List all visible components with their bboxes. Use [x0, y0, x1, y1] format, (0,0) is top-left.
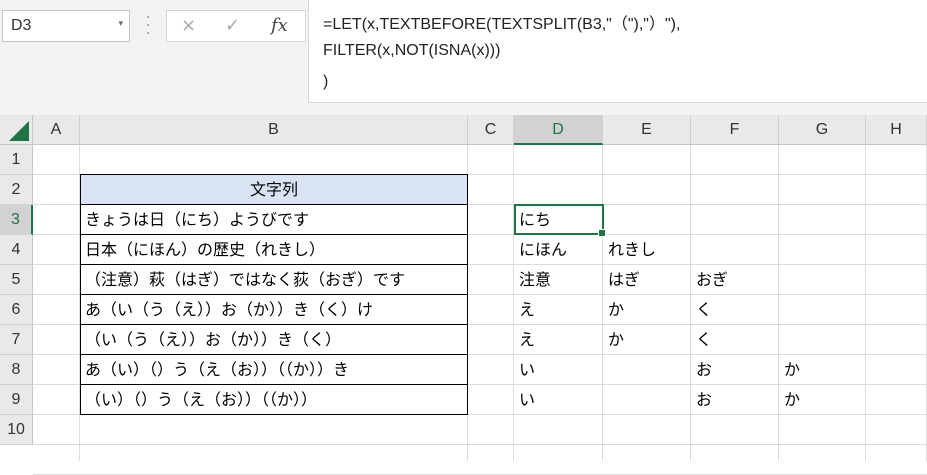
row-header-2[interactable]: 2 — [0, 175, 33, 205]
row-header-7[interactable]: 7 — [0, 325, 33, 355]
grid-hline — [33, 444, 927, 445]
cell-b3[interactable]: きょうは日（にち）ようびです — [80, 204, 468, 235]
column-header-e[interactable]: E — [603, 115, 691, 145]
drag-handle-icon[interactable]: · · · — [146, 11, 150, 41]
cell-e5[interactable]: はぎ — [603, 265, 691, 295]
column-header-g[interactable]: G — [779, 115, 866, 145]
column-header-h[interactable]: H — [866, 115, 927, 145]
cell-d8[interactable]: い — [514, 355, 603, 385]
formula-input[interactable]: =LET(x,TEXTBEFORE(TEXTSPLIT(B3,"（"),"）")… — [308, 0, 927, 103]
cell-b8[interactable]: あ（い）（）う（え（お））（（か））き — [80, 354, 468, 385]
column-header-b[interactable]: B — [80, 115, 468, 145]
cell-d9[interactable]: い — [514, 385, 603, 415]
name-box-value: D3 — [11, 17, 32, 34]
cell-d4[interactable]: にほん — [514, 235, 603, 265]
cell-b5[interactable]: （注意）萩（はぎ）ではなく荻（おぎ）です — [80, 264, 468, 295]
row-header-5[interactable]: 5 — [0, 265, 33, 295]
chevron-down-icon[interactable]: ▾ — [118, 19, 123, 29]
cell-f7[interactable]: く — [691, 325, 779, 355]
column-header-d[interactable]: D — [514, 115, 603, 145]
insert-function-icon[interactable]: fx — [271, 15, 288, 36]
row-header-3[interactable]: 3 — [0, 205, 33, 235]
row-header-9[interactable]: 9 — [0, 385, 33, 415]
cell-b6[interactable]: あ（い（う（え））お（か））き（く）け — [80, 294, 468, 325]
cell-f6[interactable]: く — [691, 295, 779, 325]
formula-bar-area: D3 ▾ · · · × ✓ fx =LET(x,TEXTBEFORE(TEXTSP… — [0, 0, 927, 115]
cell-g8[interactable]: か — [779, 355, 866, 385]
select-all-button[interactable] — [0, 115, 33, 145]
cancel-icon[interactable]: × — [181, 15, 196, 36]
column-header-f[interactable]: F — [691, 115, 779, 145]
cell-d5[interactable]: 注意 — [514, 265, 603, 295]
cell-d7[interactable]: え — [514, 325, 603, 355]
cell-e4[interactable]: れきし — [603, 235, 691, 265]
formula-line: =LET(x,TEXTBEFORE(TEXTSPLIT(B3,"（"),"）")… — [323, 16, 681, 33]
cell-b4[interactable]: 日本（にほん）の歴史（れきし） — [80, 234, 468, 265]
cell-e6[interactable]: か — [603, 295, 691, 325]
cell-f9[interactable]: お — [691, 385, 779, 415]
enter-check-icon[interactable]: ✓ — [225, 15, 240, 36]
formula-line: FILTER(x,NOT(ISNA(x))) — [323, 42, 501, 59]
select-all-triangle-icon — [9, 121, 29, 141]
row-header-6[interactable]: 6 — [0, 295, 33, 325]
fill-handle[interactable] — [598, 229, 606, 237]
row-header-4[interactable]: 4 — [0, 235, 33, 265]
cell-b2-header[interactable]: 文字列 — [80, 174, 468, 205]
formula-line: ) — [323, 73, 329, 90]
row-header-8[interactable]: 8 — [0, 355, 33, 385]
row-header-10[interactable]: 10 — [0, 415, 33, 445]
cell-g9[interactable]: か — [779, 385, 866, 415]
cell-e7[interactable]: か — [603, 325, 691, 355]
cell-d6[interactable]: え — [514, 295, 603, 325]
name-box[interactable]: D3 ▾ — [2, 10, 130, 42]
cell-f8[interactable]: お — [691, 355, 779, 385]
column-header-c[interactable]: C — [468, 115, 514, 145]
cell-b7[interactable]: （い（う（え））お（か））き（く） — [80, 324, 468, 355]
cell-b9[interactable]: （い）（）う（え（お））（（か）） — [80, 384, 468, 415]
column-header-a[interactable]: A — [33, 115, 80, 145]
cell-f5[interactable]: おぎ — [691, 265, 779, 295]
row-header-1[interactable]: 1 — [0, 145, 33, 175]
active-cell-border[interactable] — [514, 204, 606, 237]
formula-buttons: × ✓ fx — [166, 10, 306, 42]
